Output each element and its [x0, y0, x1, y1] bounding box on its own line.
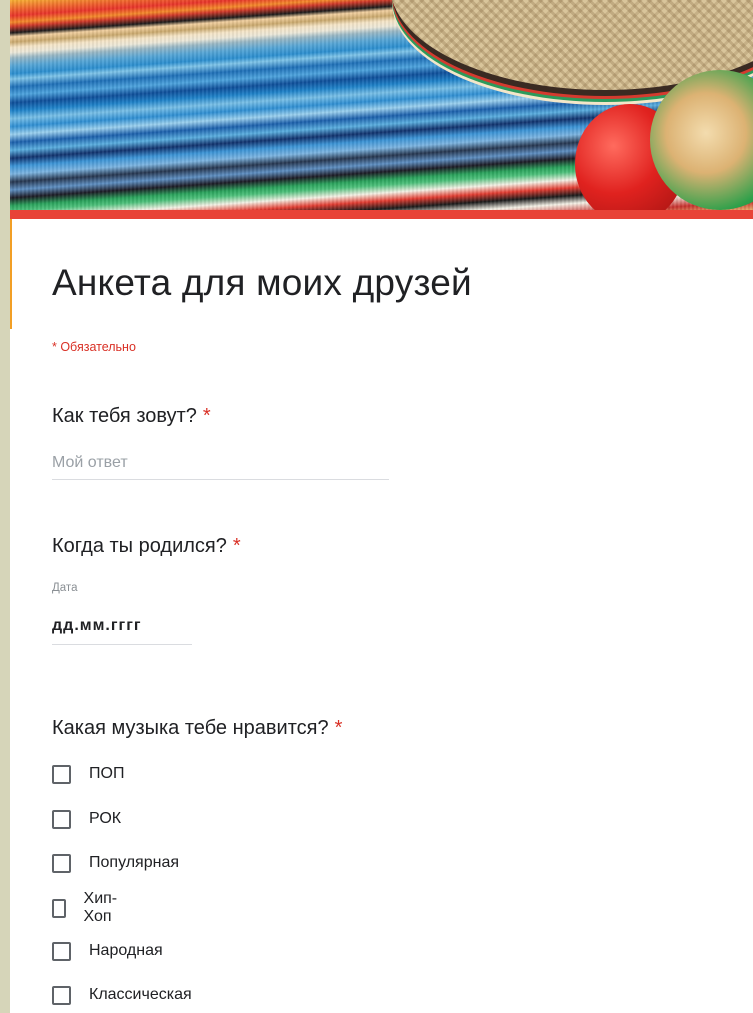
date-input[interactable]: дд.мм.гггг: [52, 617, 192, 645]
name-input[interactable]: [52, 451, 389, 475]
checkbox[interactable]: [52, 985, 71, 1005]
checkbox[interactable]: [52, 853, 71, 873]
name-answer-field: [52, 451, 389, 480]
option-classical[interactable]: Классическая: [52, 983, 192, 1007]
required-note: * Обязательно: [52, 340, 136, 354]
header-banner-image: [10, 0, 753, 212]
question-label: Какая музыка тебе нравится?: [52, 717, 329, 739]
checkbox[interactable]: [52, 941, 71, 961]
left-accent-line: [10, 219, 12, 329]
date-sub-label: Дата: [52, 582, 78, 594]
option-popular[interactable]: Популярная: [52, 851, 179, 875]
option-label: Народная: [89, 942, 163, 959]
required-star: *: [232, 535, 241, 557]
option-rock[interactable]: РОК: [52, 807, 121, 831]
required-star: *: [202, 405, 211, 427]
question-label: Когда ты родился?: [52, 535, 227, 557]
option-pop[interactable]: ПОП: [52, 762, 124, 786]
form-title: Анкета для моих друзей: [52, 262, 472, 303]
option-label: ПОП: [89, 765, 125, 782]
question-label: Как тебя зовут?: [52, 405, 197, 427]
checkbox[interactable]: [52, 764, 71, 784]
option-label: Классическая: [89, 986, 192, 1003]
option-label: РОК: [89, 810, 122, 827]
checkbox[interactable]: [52, 898, 66, 918]
header-accent-bar: [10, 210, 753, 219]
required-star: *: [334, 717, 343, 739]
form-page: Анкета для моих друзей * Обязательно Как…: [10, 0, 753, 1013]
option-folk[interactable]: Народная: [52, 939, 163, 963]
question-music: Какая музыка тебе нравится? *: [52, 717, 342, 740]
option-label: Популярная: [89, 854, 180, 871]
option-hip-hop[interactable]: Хип-Хоп: [52, 890, 123, 925]
checkbox[interactable]: [52, 809, 71, 829]
option-label: Хип-Хоп: [83, 890, 118, 925]
question-name: Как тебя зовут? *: [52, 405, 211, 428]
question-birthday: Когда ты родился? *: [52, 535, 241, 558]
